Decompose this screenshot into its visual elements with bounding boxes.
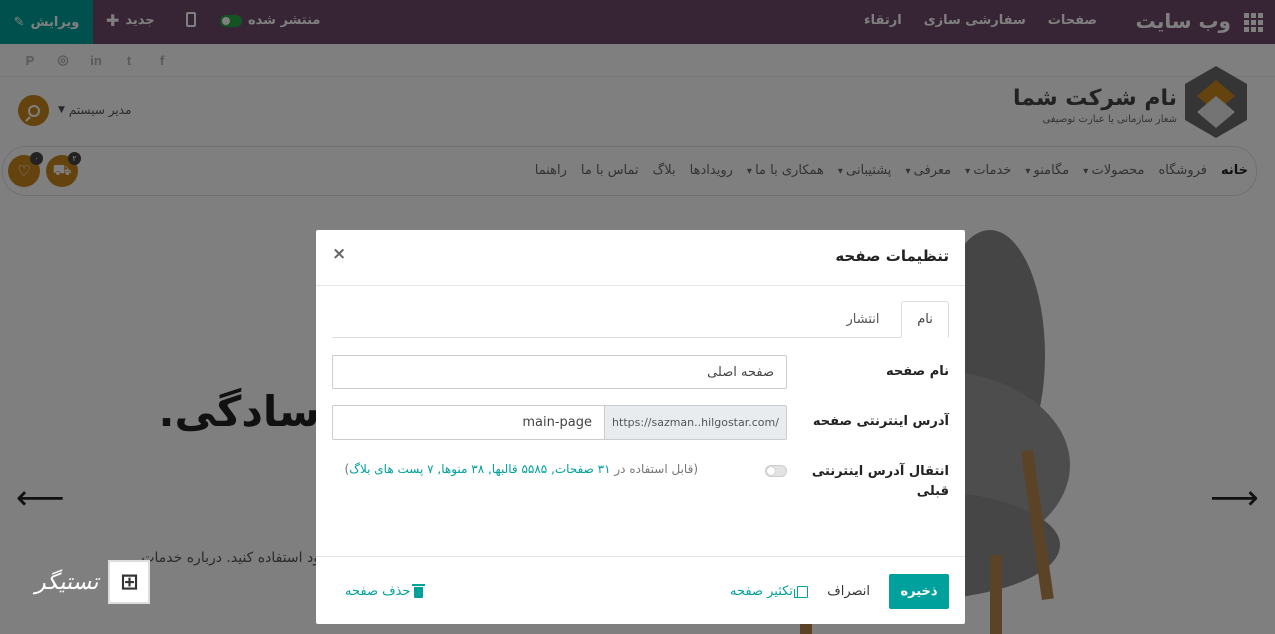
close-icon[interactable]: × bbox=[332, 244, 346, 264]
delete-label: حذف صفحه bbox=[345, 584, 411, 599]
duplicate-label: تکثیر صفحه bbox=[730, 584, 793, 599]
watermark-logo: تستیگر ⊞ bbox=[35, 560, 151, 604]
page-settings-dialog: تنظیمات صفحه × نام انتشار نام صفحه صفحه … bbox=[316, 230, 965, 624]
redirect-label: انتقال آدرس اینترنتی قبلی bbox=[811, 464, 949, 499]
save-button[interactable]: ذخیره bbox=[889, 574, 949, 609]
page-name-label: نام صفحه bbox=[886, 364, 949, 379]
dialog-title: تنظیمات صفحه bbox=[835, 247, 949, 265]
trash-icon bbox=[412, 584, 426, 598]
delete-page-button[interactable]: حذف صفحه bbox=[345, 574, 426, 609]
watermark-text: تستیگر bbox=[35, 569, 99, 595]
url-slug-value: main-page bbox=[522, 415, 592, 430]
dialog-footer: ذخیره انصراف تکثیر صفحه حذف صفحه bbox=[316, 556, 965, 624]
usage-prefix: (قابل استفاده در bbox=[610, 462, 698, 476]
duplicate-page-button[interactable]: تکثیر صفحه bbox=[730, 574, 808, 609]
dialog-header: تنظیمات صفحه × bbox=[316, 230, 965, 286]
tab-publish[interactable]: انتشار bbox=[837, 301, 889, 338]
dialog-tabs: نام انتشار bbox=[332, 301, 949, 338]
url-prefix: https://sazman..hilgostar.com/ bbox=[604, 406, 786, 439]
watermark-mark-icon: ⊞ bbox=[108, 560, 151, 604]
tab-name[interactable]: نام bbox=[901, 301, 949, 338]
usage-links[interactable]: ۳۱ صفحات, ۵۵۸۵ قالبها, ۳۸ منوها, ۷ پست ه… bbox=[349, 462, 610, 476]
redirect-toggle[interactable] bbox=[765, 465, 787, 477]
page-name-input[interactable]: صفحه اصلی bbox=[332, 355, 787, 389]
usage-info: (قابل استفاده در ۳۱ صفحات, ۵۵۸۵ قالبها, … bbox=[340, 459, 698, 479]
cancel-button[interactable]: انصراف bbox=[827, 574, 870, 609]
url-input-group: main-page https://sazman..hilgostar.com/ bbox=[332, 405, 787, 440]
url-label: آدرس اینترنتی صفحه bbox=[812, 414, 949, 429]
url-slug-input[interactable]: main-page bbox=[333, 406, 604, 439]
copy-icon bbox=[793, 585, 808, 598]
page-name-value: صفحه اصلی bbox=[707, 364, 774, 380]
website-editor: وب سایت صفحات سفارشی سازی ارتقاء منتشر ش… bbox=[0, 0, 1275, 634]
